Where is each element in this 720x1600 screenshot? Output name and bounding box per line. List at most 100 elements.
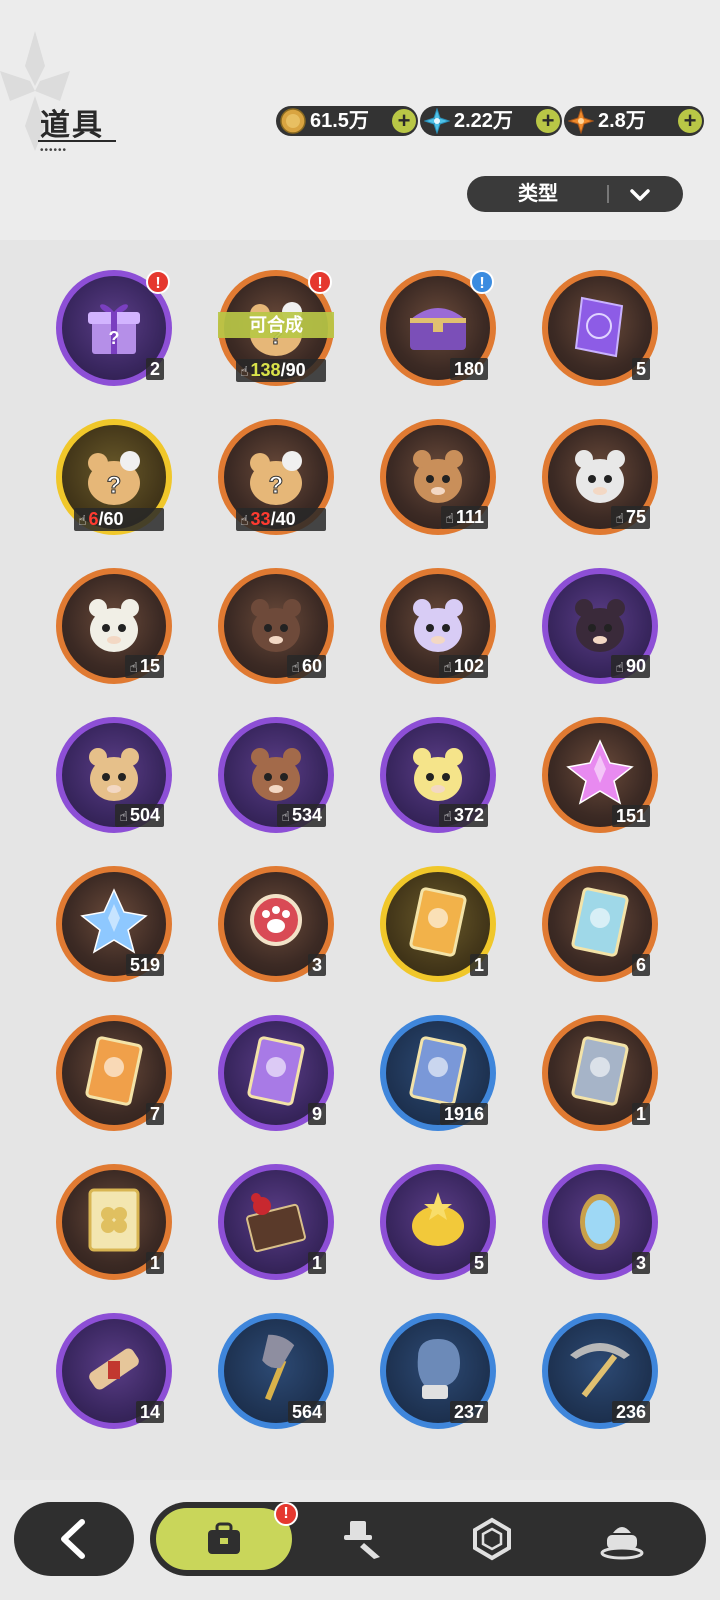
purple-character-card-icon — [247, 1036, 305, 1106]
item-count: 14 — [135, 1401, 164, 1423]
item-count: 3 — [631, 1252, 650, 1274]
item-slot[interactable]: ☝ 90 — [542, 568, 658, 684]
item-count-value: 14 — [139, 1402, 160, 1422]
orange-star-gem-icon — [568, 108, 594, 134]
item-slot[interactable]: ☝ 102 — [380, 568, 496, 684]
paw-medallion-icon — [250, 894, 302, 946]
item-slot[interactable]: 236 — [542, 1313, 658, 1429]
item-count-value: 519 — [129, 955, 160, 975]
item-count: 3 — [307, 954, 326, 976]
title-dots: •••••• — [40, 145, 68, 156]
add-crystal-button[interactable]: + — [536, 109, 560, 133]
item-count-value: 6 — [635, 955, 646, 975]
item-count: 1 — [631, 1103, 650, 1125]
item-count: 236 — [611, 1401, 650, 1423]
tab-costume[interactable] — [302, 1502, 422, 1576]
item-slot[interactable]: ? 2! — [56, 270, 172, 386]
item-slot[interactable]: 1 — [218, 1164, 334, 1280]
crystal-flower-icon — [424, 108, 450, 134]
treasure-chest-icon — [410, 308, 466, 350]
item-slot[interactable]: ?可合成☝138/90! — [218, 270, 334, 386]
item-count: ☝ 504 — [115, 804, 164, 827]
golden-character-card-icon — [409, 887, 467, 957]
shard-need: /40 — [270, 509, 296, 529]
item-slot[interactable]: ☝ 75 — [542, 419, 658, 535]
currency-gold: 61.5万 + — [276, 106, 418, 136]
shard-have: 6 — [88, 509, 99, 529]
item-count-value: 504 — [129, 805, 160, 825]
item-count: 5 — [631, 358, 650, 380]
back-button[interactable] — [14, 1502, 134, 1576]
item-slot[interactable]: 1 — [56, 1164, 172, 1280]
add-gold-button[interactable]: + — [392, 109, 416, 133]
tab-gems[interactable] — [432, 1502, 552, 1576]
add-star-gem-button[interactable]: + — [678, 109, 702, 133]
item-count: ☝ 33/40 — [236, 508, 326, 531]
chevron-down-icon — [630, 189, 650, 201]
mystery-plush-gold-icon: ? — [88, 451, 140, 505]
item-slot[interactable]: ? ☝ 33/40 — [218, 419, 334, 535]
golden-bag-icon — [412, 1192, 464, 1246]
item-slot[interactable]: 237 — [380, 1313, 496, 1429]
tab-items[interactable]: ! — [154, 1502, 298, 1572]
clover-card-icon — [88, 1188, 140, 1252]
item-slot[interactable]: 519 — [56, 866, 172, 982]
tab-items-badge: ! — [274, 1502, 298, 1526]
item-slot[interactable]: ☝ 111 — [380, 419, 496, 535]
item-slot[interactable]: ☝ 504 — [56, 717, 172, 833]
mystery-plush-orange-icon: ? — [250, 451, 302, 505]
item-slot[interactable]: ☝ 60 — [218, 568, 334, 684]
scroll-icon — [89, 1348, 139, 1390]
type-filter-dropdown[interactable]: 类型 — [467, 176, 683, 212]
item-slot[interactable]: 3 — [218, 866, 334, 982]
item-count-value: 5 — [635, 359, 646, 379]
item-slot[interactable]: ☝ 15 — [56, 568, 172, 684]
shard-icon: ☝ — [443, 659, 452, 675]
item-count-value: 1 — [149, 1253, 160, 1273]
shard-need: /90 — [280, 360, 306, 380]
item-slot[interactable]: 7 — [56, 1015, 172, 1131]
item-slot[interactable]: ☝ 372 — [380, 717, 496, 833]
shard-icon: ☝ — [291, 659, 300, 675]
item-count: 1 — [469, 954, 488, 976]
item-slot[interactable]: 6 — [542, 866, 658, 982]
item-count: ☝ 372 — [439, 804, 488, 827]
item-count: ☝ 138/90 — [236, 359, 326, 382]
item-slot[interactable]: 5 — [542, 270, 658, 386]
brown-eyepatch-plush-icon — [251, 748, 301, 801]
item-slot[interactable]: 564 — [218, 1313, 334, 1429]
item-slot[interactable]: 1 — [542, 1015, 658, 1131]
item-slot[interactable]: 1916 — [380, 1015, 496, 1131]
item-count-value: 1 — [635, 1104, 646, 1124]
header: 道具 •••••• 61.5万 + 2.22万 + 2.8万 + 类型 — [0, 0, 720, 240]
magic-mirror-icon — [580, 1194, 620, 1250]
shard-icon: ☝ — [78, 512, 87, 528]
item-slot[interactable]: 180! — [380, 270, 496, 386]
orange-character-card-icon — [85, 1036, 143, 1106]
item-slot[interactable]: 151 — [542, 717, 658, 833]
shard-icon: ☝ — [240, 363, 249, 379]
boxing-glove-icon — [417, 1339, 460, 1399]
item-count: 180 — [449, 358, 488, 380]
green-sprout-plush-icon — [89, 748, 139, 801]
item-slot[interactable]: ? ☝ 6/60 — [56, 419, 172, 535]
item-slot[interactable]: 3 — [542, 1164, 658, 1280]
shard-icon: ☝ — [129, 659, 138, 675]
item-slot[interactable]: 14 — [56, 1313, 172, 1429]
knight-plush-icon — [575, 450, 625, 503]
bear-plush-icon — [413, 450, 463, 503]
white-cat-plush-icon — [89, 599, 139, 652]
item-slot[interactable]: ☝ 534 — [218, 717, 334, 833]
item-count: ☝ 15 — [125, 655, 164, 678]
tab-cake[interactable] — [562, 1502, 682, 1576]
holo-character-card-icon — [571, 887, 629, 957]
blue-star-crystal-icon — [80, 888, 148, 954]
svg-text:?: ? — [269, 472, 284, 499]
item-count-value: 75 — [625, 507, 646, 527]
item-slot[interactable]: 5 — [380, 1164, 496, 1280]
item-count-value: 111 — [455, 507, 484, 527]
item-slot[interactable]: 9 — [218, 1015, 334, 1131]
blue-character-card-icon — [409, 1036, 467, 1106]
item-slot[interactable]: 1 — [380, 866, 496, 982]
filter-divider — [607, 185, 609, 203]
